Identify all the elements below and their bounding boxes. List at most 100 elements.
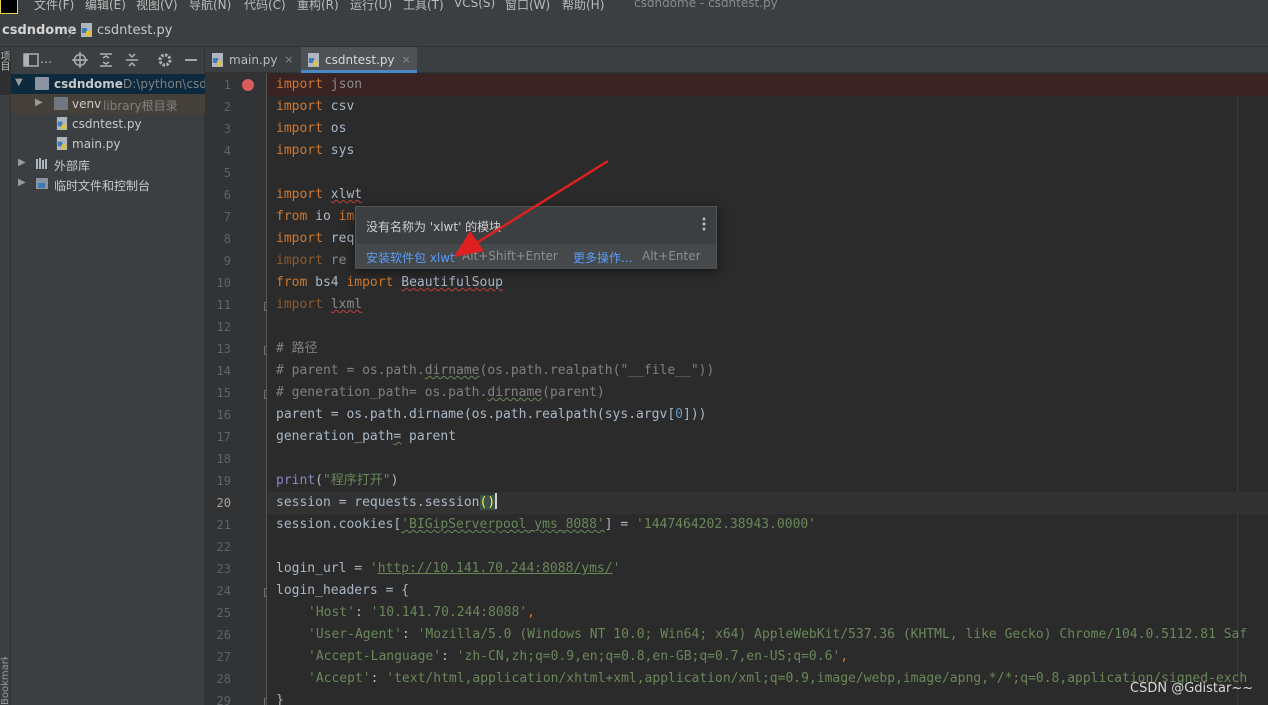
menu-view[interactable]: 视图(V)	[136, 0, 178, 13]
class-name: BeautifulSoup	[401, 275, 503, 290]
expand-all-icon[interactable]	[98, 52, 114, 68]
menu-code[interactable]: 代码(C)	[244, 0, 286, 13]
panel-layout-icon[interactable]	[23, 52, 39, 68]
chevron-right-icon[interactable]: ▶	[18, 157, 28, 168]
code-text: ]))	[683, 407, 707, 422]
menu-window[interactable]: 窗口(W)	[505, 0, 550, 13]
line-number: 28	[216, 672, 231, 686]
bookmarks-tool-button[interactable]: Bookmarks	[0, 657, 11, 705]
code-line-3[interactable]: import os	[267, 118, 1268, 140]
code-line-26[interactable]: 'User-Agent': 'Mozilla/5.0 (Windows NT 1…	[267, 624, 1268, 646]
editor-gutter[interactable]: 1 2 3 4 5 6 7 8 9 10 11 12 13 14 15 16 1…	[205, 73, 272, 705]
line-number: 9	[223, 254, 231, 268]
code-text: session = requests.session	[276, 495, 480, 510]
menu-refactor[interactable]: 重构(R)	[297, 0, 339, 13]
breadcrumb-file[interactable]: csdntest.py	[97, 23, 172, 38]
string-literal: 'User-Agent'	[308, 627, 402, 642]
tree-item-project-root[interactable]: ▼ csdndome D:\python\csd	[11, 74, 205, 94]
code-line-17[interactable]: generation_path= parent	[267, 426, 1268, 448]
code-editor[interactable]: import json import csv import os import …	[267, 73, 1268, 705]
tab-main-py[interactable]: main.py ×	[205, 47, 300, 73]
code-line-24[interactable]: login_headers = {	[267, 580, 1268, 602]
code-text: :	[401, 627, 418, 642]
menu-tools[interactable]: 工具(T)	[403, 0, 444, 13]
more-actions-link[interactable]: 更多操作...	[573, 249, 632, 266]
code-line-13[interactable]: # 路径	[267, 338, 1268, 360]
menu-run[interactable]: 运行(U)	[350, 0, 392, 13]
code-line-23[interactable]: login_url = 'http://10.141.70.244:8088/y…	[267, 558, 1268, 580]
breadcrumb-project[interactable]: csdndome	[2, 23, 77, 38]
url-link[interactable]: http://10.141.70.244:8088/yms/	[378, 561, 613, 576]
menu-edit[interactable]: 编辑(E)	[85, 0, 126, 13]
code-line-21[interactable]: session.cookies['BIGipServerpool_yms_808…	[267, 514, 1268, 536]
close-tab-icon[interactable]: ×	[401, 47, 410, 73]
code-line-6[interactable]: import xlwt	[267, 184, 1268, 206]
line-number: 6	[223, 188, 231, 202]
code-line-14[interactable]: # parent = os.path.dirname(os.path.realp…	[267, 360, 1268, 382]
code-line-20[interactable]: session = requests.session()	[267, 492, 1268, 514]
code-line-10[interactable]: from bs4 import BeautifulSoup	[267, 272, 1268, 294]
line-number: 13	[216, 342, 231, 356]
install-package-link[interactable]: 安装软件包 xlwt	[366, 249, 455, 266]
project-tool-button[interactable]: 项目	[0, 51, 11, 95]
line-number: 10	[216, 276, 231, 290]
line-number: 27	[216, 650, 231, 664]
menu-file[interactable]: 文件(F)	[34, 0, 74, 13]
chevron-down-icon[interactable]: ▼	[15, 77, 25, 88]
tree-item-main[interactable]: main.py	[11, 134, 205, 154]
locate-file-icon[interactable]	[72, 52, 88, 68]
code-line-11[interactable]: import lxml	[267, 294, 1268, 316]
tree-item-scratches[interactable]: ▶ 临时文件和控制台	[11, 174, 205, 194]
code-text: json	[322, 77, 363, 92]
chevron-right-icon[interactable]: ▶	[35, 97, 45, 108]
tab-label: main.py	[229, 53, 278, 67]
code-line-28[interactable]: 'Accept': 'text/html,application/xhtml+x…	[267, 668, 1268, 690]
line-number: 3	[223, 122, 231, 136]
comment: # generation_path= os.path.	[276, 385, 488, 400]
line-number: 26	[216, 628, 231, 642]
tree-item-external-libraries[interactable]: ▶ 外部库	[11, 154, 205, 174]
menu-navigate[interactable]: 导航(N)	[189, 0, 231, 13]
tab-csdntest-py[interactable]: csdntest.py ×	[301, 47, 417, 73]
tree-item-sublabel: library根目录	[103, 99, 178, 113]
hide-panel-icon[interactable]	[183, 52, 199, 68]
tree-item-csdntest[interactable]: csdntest.py	[11, 114, 205, 134]
code-line-29[interactable]: }	[267, 690, 1268, 705]
matched-brace: ()	[479, 495, 496, 510]
close-tab-icon[interactable]: ×	[284, 47, 293, 73]
line-number: 17	[216, 430, 231, 444]
keyword: import	[276, 297, 323, 312]
keyword: import	[346, 275, 394, 290]
code-text: login_headers = {	[276, 583, 410, 598]
tree-item-label: 外部库	[54, 159, 91, 173]
keyword: import	[276, 187, 323, 202]
tree-item-venv[interactable]: ▶ venv library根目录	[11, 94, 205, 114]
line-number: 11	[216, 298, 231, 312]
chevron-right-icon[interactable]: ▶	[18, 177, 28, 188]
code-line-1[interactable]: import json	[267, 74, 1268, 96]
unresolved-module[interactable]: xlwt	[331, 187, 362, 202]
project-panel-title[interactable]: …	[40, 52, 52, 66]
code-line-25[interactable]: 'Host': '10.141.70.244:8088',	[267, 602, 1268, 624]
menu-help[interactable]: 帮助(H)	[562, 0, 604, 13]
line-number: 1	[223, 78, 231, 92]
code-text: csv	[322, 99, 355, 114]
code-text: ] =	[604, 517, 637, 532]
string-literal: "程序打开"	[322, 473, 391, 488]
more-vertical-icon[interactable]	[699, 216, 709, 232]
code-line-27[interactable]: 'Accept-Language': 'zh-CN,zh;q=0.9,en;q=…	[267, 646, 1268, 668]
menu-vcs[interactable]: VCS(S)	[454, 0, 495, 10]
left-tool-strip: 项目 Bookmarks	[0, 47, 11, 705]
code-line-16[interactable]: parent = os.path.dirname(os.path.realpat…	[267, 404, 1268, 426]
code-line-15[interactable]: # generation_path= os.path.dirname(paren…	[267, 382, 1268, 404]
line-number: 8	[223, 232, 231, 246]
code-line-19[interactable]: print("程序打开")	[267, 470, 1268, 492]
breakpoint-icon[interactable]	[242, 79, 254, 91]
code-line-4[interactable]: import sys	[267, 140, 1268, 162]
settings-gear-icon[interactable]	[157, 52, 173, 68]
line-number: 7	[223, 210, 231, 224]
code-line-2[interactable]: import csv	[267, 96, 1268, 118]
tab-label: csdntest.py	[325, 53, 395, 67]
string-literal: '10.141.70.244:8088'	[370, 605, 528, 620]
collapse-all-icon[interactable]	[124, 52, 140, 68]
